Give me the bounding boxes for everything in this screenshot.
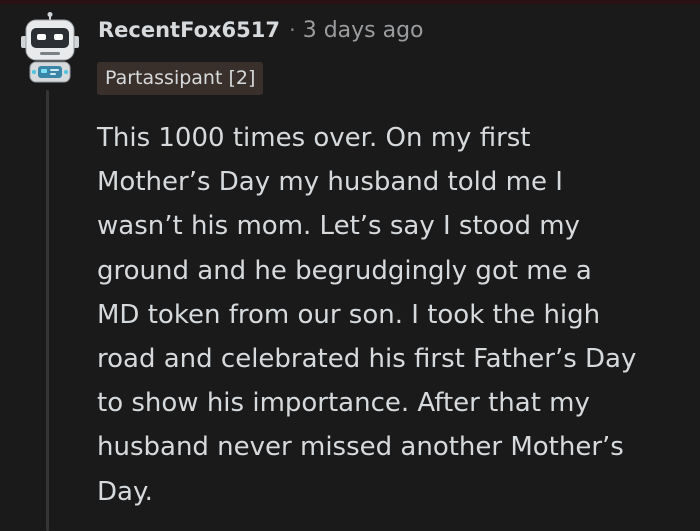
comment-body: This 1000 times over. On my first Mother’… xyxy=(97,116,687,514)
comment-body-line: This 1000 times over. On my first xyxy=(97,123,531,153)
comment-body-line: wasn’t his mom. Let’s say I stood my xyxy=(97,211,580,242)
meta-separator: · xyxy=(289,18,296,42)
author-username[interactable]: RecentFox6517 xyxy=(98,18,280,42)
thread-collapse-line[interactable] xyxy=(46,90,49,531)
user-flair: Partassipant [2] xyxy=(97,62,264,95)
comment-body-line: to show his importance. After that my xyxy=(97,388,590,419)
comment-body-line: road and celebrated his first Father’s D… xyxy=(97,344,637,375)
comment-body-line: Mother’s Day my husband told me I xyxy=(97,167,563,198)
robot-avatar-icon[interactable] xyxy=(18,12,82,84)
comment-body-line: Day. xyxy=(97,476,153,507)
comment-body-line: husband never missed another Mother’s xyxy=(97,432,624,463)
comment-timestamp[interactable]: 3 days ago xyxy=(303,18,424,43)
comment: RecentFox6517 · 3 days ago Partassipant … xyxy=(0,0,700,531)
comment-body-line: MD token from our son. I took the high xyxy=(97,299,601,330)
comment-body-line: ground and he begrudgingly got me a xyxy=(97,255,592,286)
comment-meta: RecentFox6517 · 3 days ago xyxy=(98,18,424,52)
